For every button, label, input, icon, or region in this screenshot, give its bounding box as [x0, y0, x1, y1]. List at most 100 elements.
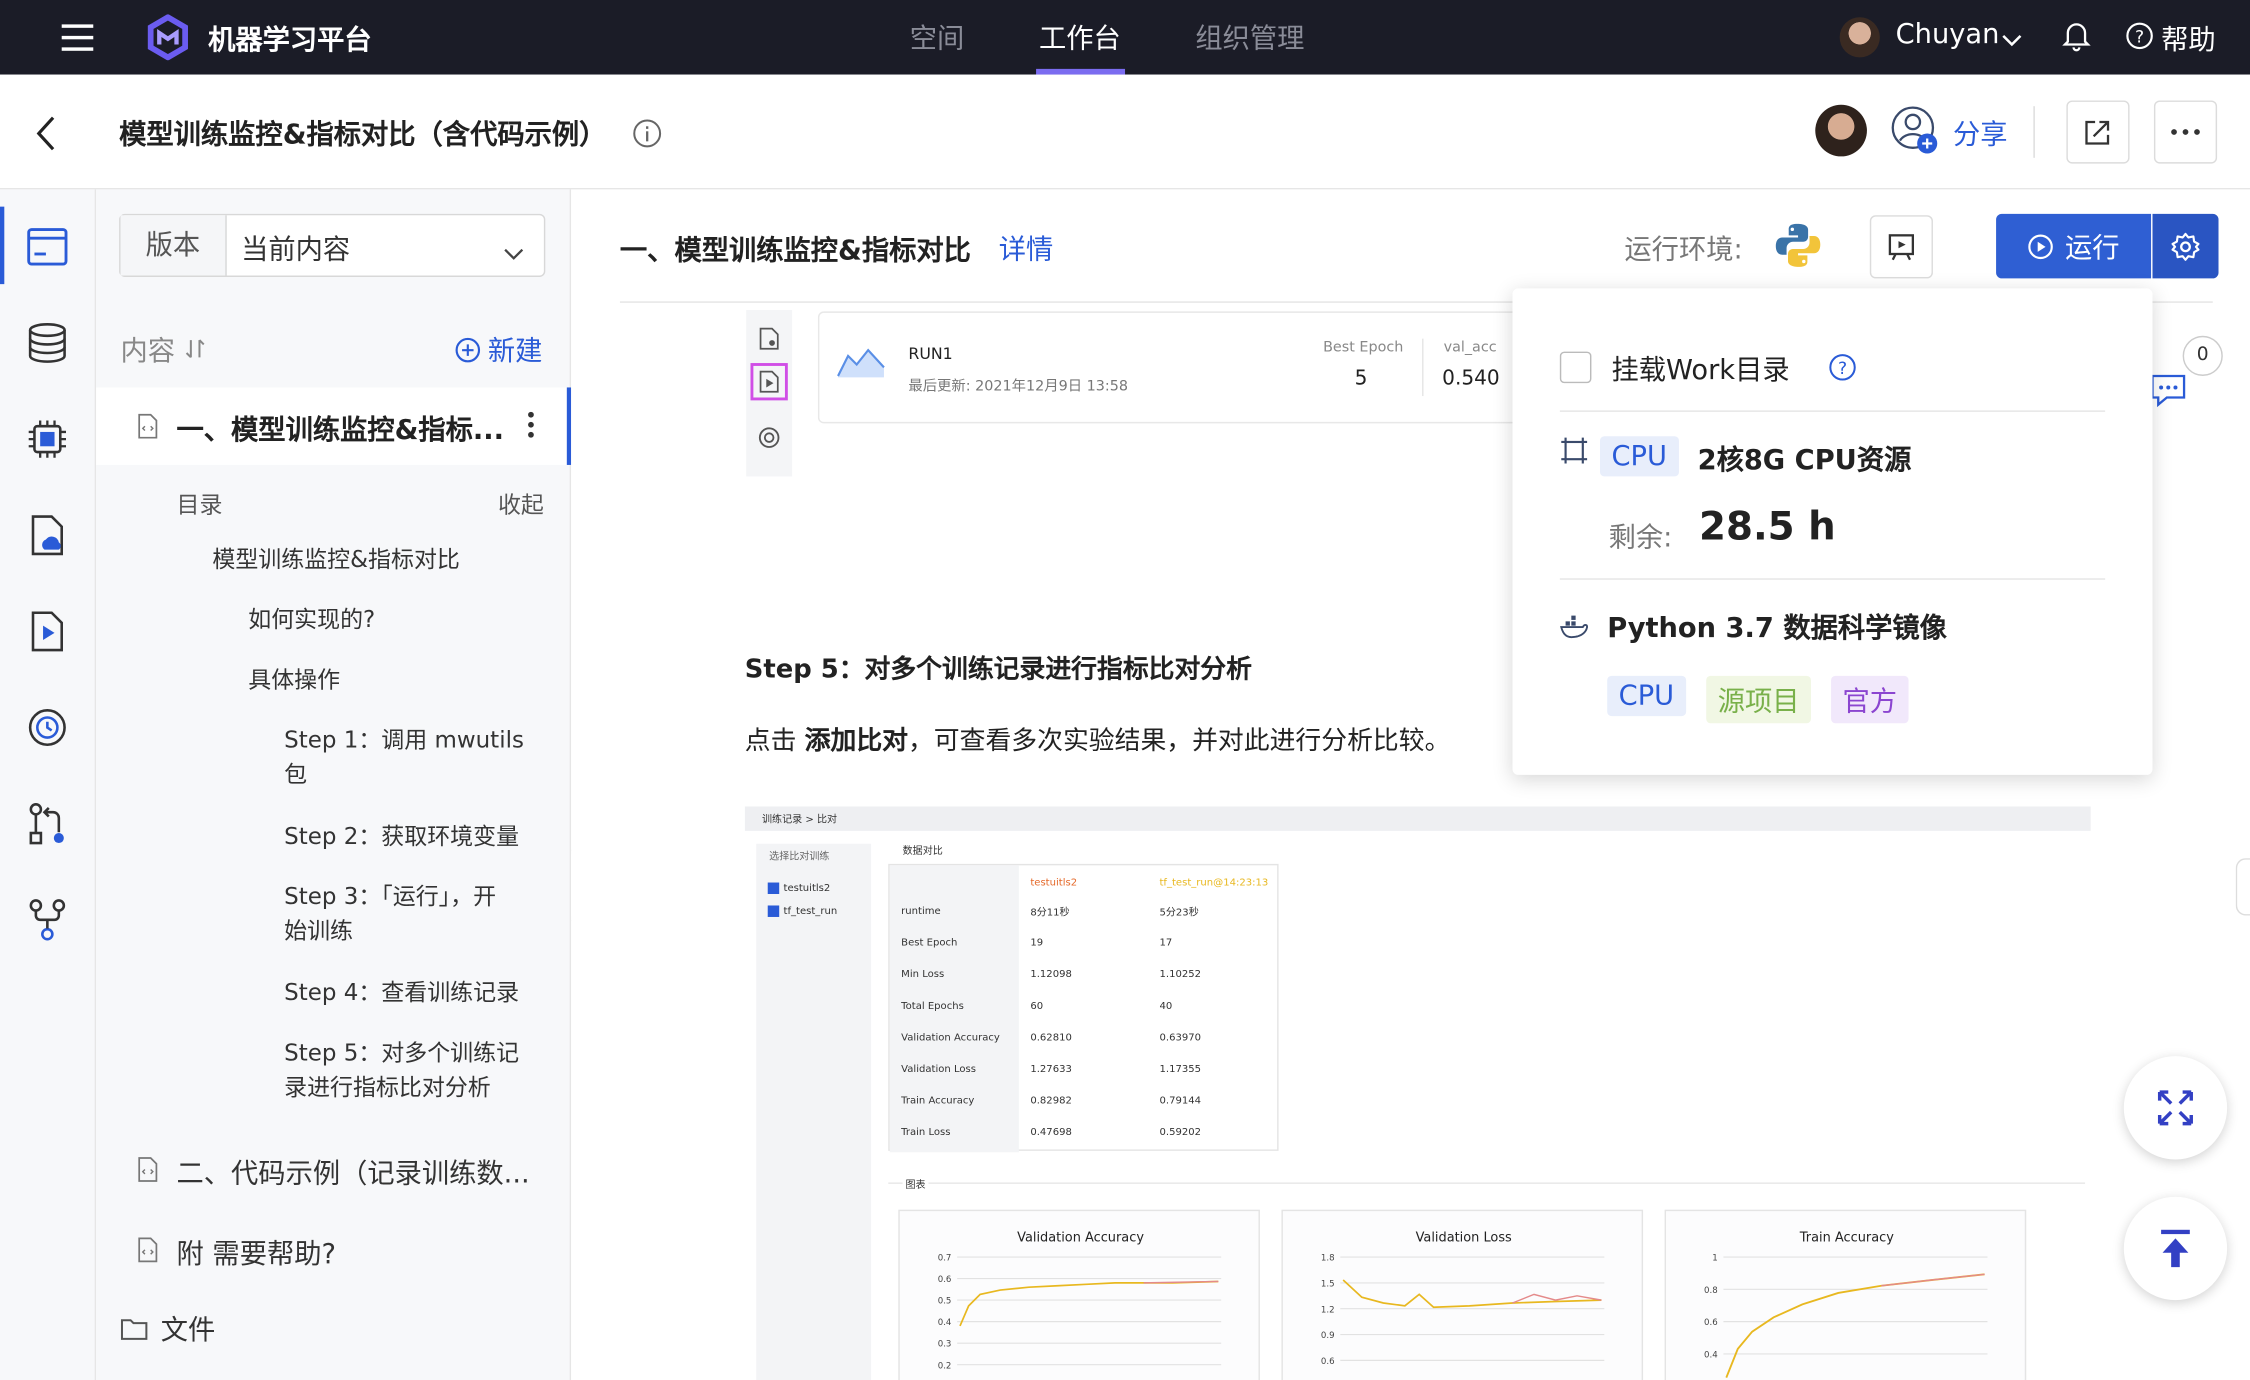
run-option[interactable]: tf_test_run: [767, 905, 837, 917]
more-vertical-icon[interactable]: [527, 410, 536, 444]
git-compare-icon[interactable]: [24, 801, 70, 847]
y-ticks: 0.70.60.50.40.30.20.1: [938, 1254, 1222, 1371]
run-card[interactable]: RUN1 最后更新: 2021年12月9日 13:58 Best Epoch 5…: [817, 311, 1565, 424]
chart-card-val-loss: Validation Loss 1.81.51.20.90.60.3: [1281, 1209, 1644, 1380]
toc-item[interactable]: 模型训练监控&指标对比: [212, 542, 460, 576]
help-link[interactable]: 帮助: [2161, 19, 2216, 58]
files-label: 文件: [160, 1314, 216, 1347]
val-acc-chart: 0.70.60.50.40.30.20.1: [938, 1254, 1222, 1371]
right-panel-handle[interactable]: [2235, 858, 2250, 916]
detail-link[interactable]: 详情: [999, 228, 1054, 267]
env-popover: 挂载Work目录 ? CPU 2核8G CPU资源 剩余: 28.5 h Pyt…: [1512, 288, 2153, 775]
menu-icon[interactable]: [60, 22, 94, 54]
question-icon[interactable]: ?: [1828, 353, 1857, 387]
y-tick-label: 0.6: [938, 1275, 952, 1285]
export-button[interactable]: [2066, 100, 2130, 164]
toc-item[interactable]: Step 5：对多个训练记: [284, 1036, 519, 1070]
cloud-file-icon[interactable]: [24, 512, 70, 558]
popover-divider: [1559, 578, 2106, 580]
export-icon: [2085, 120, 2110, 145]
help-icon[interactable]: ?: [2125, 22, 2154, 56]
sort-icon[interactable]: [185, 337, 205, 366]
table-cell: 1.27633: [1030, 1063, 1072, 1075]
add-user-icon[interactable]: [1890, 105, 1942, 162]
image-name: Python 3.7 数据科学镜像: [1607, 612, 1947, 645]
table-row-label: Train Loss: [901, 1126, 951, 1138]
play-file-icon[interactable]: [750, 363, 788, 401]
checkbox[interactable]: [767, 882, 780, 895]
toc-item[interactable]: Step 1：调用 mwutils: [284, 723, 524, 757]
comment-icon[interactable]: [2150, 373, 2187, 413]
chip-icon[interactable]: [24, 416, 70, 462]
database-icon[interactable]: [24, 320, 70, 366]
share-button[interactable]: 分享: [1953, 113, 2008, 152]
resource-icon[interactable]: [1560, 436, 1589, 470]
chart-card-train-acc: Train Accuracy 10.80.60.40.2: [1664, 1209, 2027, 1380]
scroll-top-button[interactable]: [2123, 1196, 2228, 1301]
toc-item[interactable]: 具体操作: [248, 663, 340, 697]
toc-item[interactable]: 如何实现的?: [248, 603, 375, 637]
more-button[interactable]: [2153, 100, 2218, 164]
doc-item[interactable]: 二、代码示例（记录训练数...: [96, 1148, 571, 1191]
nav-workbench[interactable]: 工作台: [1039, 17, 1121, 56]
toc-item[interactable]: Step 3：「运行」，开: [284, 880, 496, 914]
run-option[interactable]: testuitls2: [767, 882, 830, 895]
python-icon[interactable]: [1774, 221, 1823, 276]
toc-item[interactable]: Step 2：获取环境变量: [284, 819, 519, 853]
history-icon[interactable]: [758, 426, 781, 455]
version-label: 版本: [120, 215, 227, 276]
user-avatar[interactable]: [1839, 17, 1880, 58]
active-doc-item[interactable]: 一、模型训练监控&指标...: [96, 387, 572, 465]
new-button[interactable]: 新建: [455, 330, 542, 369]
present-icon: [1888, 234, 1915, 261]
doc-item[interactable]: 附 需要帮助?: [96, 1228, 571, 1271]
table-cell: 19: [1030, 937, 1044, 949]
table-row-label: Min Loss: [901, 968, 945, 981]
mount-checkbox[interactable]: [1559, 351, 1592, 384]
checkbox[interactable]: [767, 905, 780, 917]
cell-toolbar: [746, 309, 793, 477]
toc-collapse-button[interactable]: 收起: [498, 485, 544, 519]
run-button[interactable]: 运行: [1996, 213, 2152, 279]
toc-item-cont[interactable]: 始训练: [284, 914, 353, 948]
notebook-icon[interactable]: [24, 224, 70, 270]
cpu-tag: CPU: [1600, 436, 1679, 477]
charts-label: 图表: [902, 1178, 929, 1193]
version-select[interactable]: 版本 当前内容: [119, 213, 546, 277]
history-icon[interactable]: [24, 705, 70, 751]
comment-count: 0: [2182, 335, 2223, 376]
play-file-icon[interactable]: [24, 608, 70, 654]
series-line: [1881, 1273, 1985, 1287]
nav-space[interactable]: 空间: [910, 17, 965, 56]
y-tick-label: 0.4: [1704, 1351, 1718, 1361]
doc-icon: [136, 413, 159, 445]
file-icon[interactable]: [759, 327, 779, 356]
toc-item-cont[interactable]: 包: [284, 758, 307, 792]
table-row-label: Validation Accuracy: [901, 1031, 1000, 1044]
content-label: 内容: [120, 335, 176, 368]
table-row-label: runtime: [901, 905, 941, 917]
run-select-panel: 选择比对训练 testuitls2 tf_test_run: [756, 843, 872, 1380]
info-icon[interactable]: [631, 118, 663, 155]
run-settings-button[interactable]: [2152, 213, 2219, 279]
val-loss-chart: 1.81.51.20.90.60.3: [1321, 1254, 1605, 1367]
app-title[interactable]: 机器学习平台: [208, 19, 372, 58]
present-button[interactable]: [1869, 215, 1933, 279]
chevron-down-icon[interactable]: [2002, 26, 2022, 53]
image-tag-official: 官方: [1831, 675, 1909, 724]
bell-icon[interactable]: [2062, 20, 2091, 57]
files-item[interactable]: 文件: [120, 1309, 216, 1348]
table-row-label: Train Accuracy: [901, 1094, 975, 1107]
nav-org-management[interactable]: 组织管理: [1195, 17, 1304, 56]
table-cell: 0.62810: [1030, 1031, 1072, 1044]
toc-item-cont[interactable]: 录进行指标比对分析: [284, 1071, 491, 1105]
toc-item[interactable]: Step 4：查看训练记录: [284, 976, 519, 1010]
back-icon[interactable]: [34, 115, 57, 158]
user-name[interactable]: Chuyan: [1896, 19, 2000, 51]
expand-icon: [2157, 1090, 2193, 1126]
mount-label[interactable]: 挂载Work目录: [1612, 349, 1790, 388]
fullscreen-button[interactable]: [2123, 1056, 2228, 1160]
collaborator-avatar[interactable]: [1815, 104, 1867, 157]
series-line: [1143, 1280, 1219, 1284]
git-branch-icon[interactable]: [24, 897, 70, 943]
